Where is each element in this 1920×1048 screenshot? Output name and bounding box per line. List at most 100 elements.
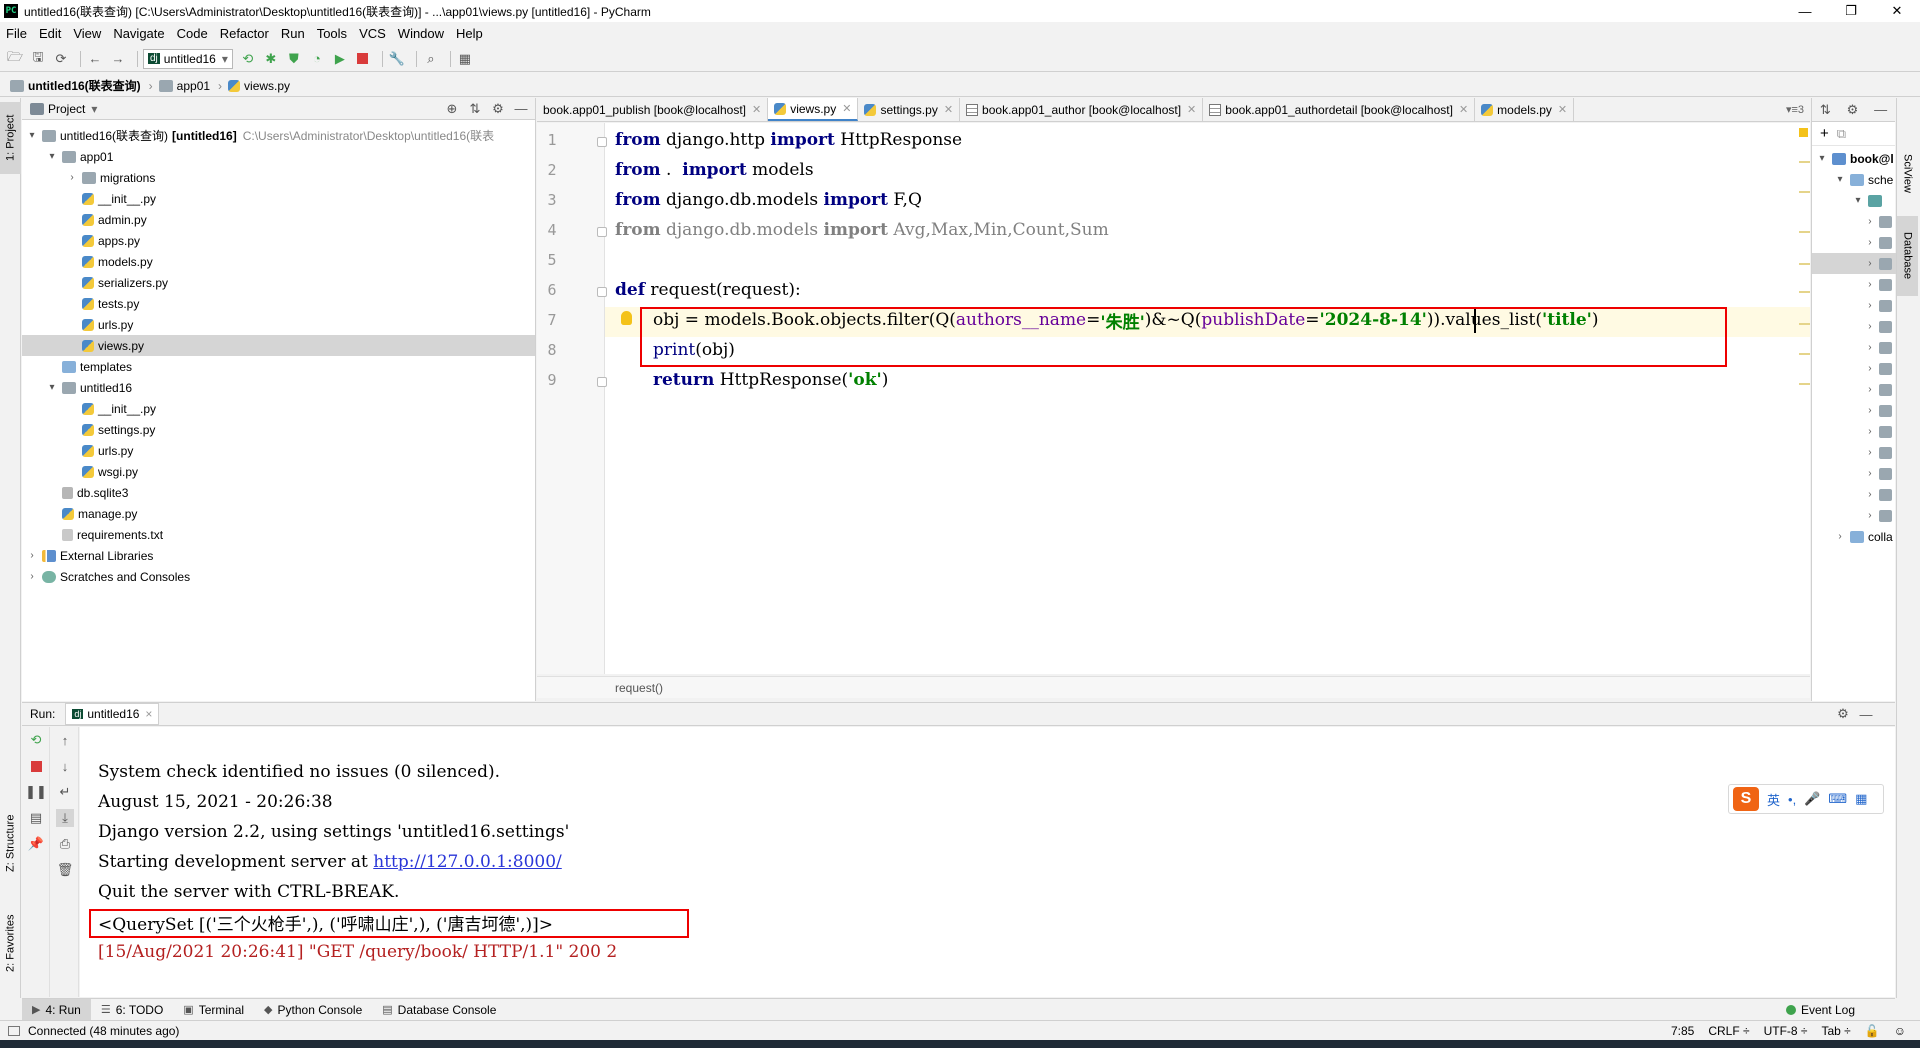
- database-tree-item[interactable]: ›: [1812, 274, 1896, 295]
- split-icon[interactable]: ⇅: [1820, 102, 1831, 118]
- tool-tab-python-console[interactable]: ◆ Python Console: [254, 999, 372, 1021]
- ime-language-toggle[interactable]: 英: [1767, 790, 1780, 809]
- menu-help[interactable]: Help: [456, 26, 483, 41]
- tab-book-app01-authordetail[interactable]: book.app01_authordetail [book@localhost]…: [1203, 98, 1476, 121]
- soft-wrap-icon[interactable]: ↵: [56, 783, 74, 801]
- database-tree-item[interactable]: ▾: [1812, 190, 1896, 211]
- database-tree-item[interactable]: ›: [1812, 232, 1896, 253]
- chevron-right-icon[interactable]: ›: [1864, 342, 1875, 353]
- search-icon[interactable]: ⌕: [422, 50, 440, 68]
- chevron-right-icon[interactable]: ›: [26, 550, 38, 561]
- scroll-marker[interactable]: [1799, 161, 1810, 163]
- tree-item[interactable]: tests.py: [22, 293, 535, 314]
- tree-item[interactable]: settings.py: [22, 419, 535, 440]
- lock-icon[interactable]: 🔓: [1865, 1024, 1880, 1038]
- chevron-right-icon[interactable]: ›: [1864, 468, 1875, 479]
- database-tree-item[interactable]: ›: [1812, 379, 1896, 400]
- rerun-icon[interactable]: ⟲: [27, 731, 45, 749]
- database-tree-item[interactable]: ▾ book@l: [1812, 148, 1896, 169]
- tree-item[interactable]: __init__.py: [22, 398, 535, 419]
- copy-button[interactable]: ⧉: [1837, 126, 1846, 142]
- tree-item[interactable]: __init__.py: [22, 188, 535, 209]
- arrow-up-icon[interactable]: ↑: [56, 731, 74, 749]
- tabs-overflow-button[interactable]: ▾≡3: [1780, 98, 1810, 121]
- hide-icon[interactable]: —: [512, 100, 530, 118]
- hide-icon[interactable]: —: [1874, 102, 1887, 117]
- stop-icon[interactable]: [354, 50, 372, 68]
- tab-models-py[interactable]: models.py ✕: [1475, 98, 1575, 121]
- minimize-button[interactable]: —: [1782, 0, 1828, 22]
- chevron-down-icon[interactable]: ▾: [46, 151, 58, 162]
- fold-marker-icon[interactable]: [597, 227, 607, 237]
- caret-position[interactable]: 7:85: [1671, 1024, 1694, 1038]
- database-tree-item[interactable]: ›: [1812, 358, 1896, 379]
- database-tree-item[interactable]: ›: [1812, 211, 1896, 232]
- chevron-right-icon[interactable]: ›: [1864, 510, 1875, 521]
- chevron-right-icon[interactable]: ›: [1864, 384, 1875, 395]
- gear-icon[interactable]: ⚙: [1847, 102, 1859, 118]
- status-message[interactable]: Connected (48 minutes ago): [28, 1024, 179, 1038]
- coverage-icon[interactable]: ⛊: [285, 50, 303, 68]
- close-button[interactable]: ✕: [1874, 0, 1920, 22]
- back-arrow-icon[interactable]: ←: [86, 50, 104, 68]
- scroll-marker[interactable]: [1799, 353, 1810, 355]
- close-icon[interactable]: ✕: [944, 103, 953, 116]
- tree-item[interactable]: admin.py: [22, 209, 535, 230]
- tree-item[interactable]: manage.py: [22, 503, 535, 524]
- stop-icon[interactable]: [27, 757, 45, 775]
- code-editor[interactable]: 1 2 3 4 5 6 7 8 9 from django.http impor…: [537, 123, 1810, 674]
- hide-icon[interactable]: —: [1857, 705, 1875, 723]
- tree-item[interactable]: requirements.txt: [22, 524, 535, 545]
- chevron-down-icon[interactable]: ▾: [26, 130, 38, 141]
- keyboard-icon[interactable]: ⌨: [1828, 791, 1847, 807]
- chevron-down-icon[interactable]: ▾: [1834, 174, 1846, 185]
- rerun-icon[interactable]: ⟲: [239, 50, 257, 68]
- encoding-select[interactable]: UTF-8 ÷: [1764, 1024, 1808, 1038]
- tree-item[interactable]: views.py: [22, 335, 535, 356]
- close-icon[interactable]: ✕: [842, 102, 851, 115]
- scroll-to-end-icon[interactable]: ⤓: [56, 809, 74, 827]
- collapse-all-icon[interactable]: ⇅: [466, 100, 484, 118]
- run-configuration-select[interactable]: dj untitled16 ▾: [143, 48, 233, 69]
- breadcrumb-app01[interactable]: app01: [158, 79, 210, 93]
- microphone-icon[interactable]: 🎤: [1804, 791, 1820, 807]
- warning-indicator-icon[interactable]: [1799, 128, 1808, 137]
- run-console[interactable]: System check identified no issues (0 sil…: [80, 727, 1895, 997]
- restore-button[interactable]: ❐: [1828, 0, 1874, 22]
- fold-marker-icon[interactable]: [597, 137, 607, 147]
- chevron-right-icon[interactable]: ›: [1864, 405, 1875, 416]
- server-url-link[interactable]: http://127.0.0.1:8000/: [373, 852, 562, 872]
- menu-view[interactable]: View: [73, 26, 101, 41]
- database-tree-item[interactable]: ›: [1812, 484, 1896, 505]
- chevron-right-icon[interactable]: ›: [1864, 279, 1875, 290]
- database-tree-item[interactable]: ›: [1812, 505, 1896, 526]
- scroll-marker[interactable]: [1799, 191, 1810, 193]
- tree-item[interactable]: ▾ untitled16(联表查询) [untitled16] C:\Users\Ad…: [22, 125, 535, 146]
- close-icon[interactable]: ✕: [1187, 103, 1196, 116]
- scroll-marker[interactable]: [1799, 383, 1810, 385]
- profile-icon[interactable]: ◔: [308, 50, 326, 68]
- breadcrumb-project[interactable]: untitled16(联表查询): [10, 77, 141, 94]
- database-tree-item[interactable]: ›: [1812, 463, 1896, 484]
- structure-tool-tab[interactable]: Z: Structure: [0, 798, 21, 888]
- favorites-tool-tab[interactable]: 2: Favorites: [0, 898, 21, 988]
- chevron-down-icon[interactable]: ▾: [1816, 153, 1828, 164]
- layout-icon[interactable]: ▤: [27, 809, 45, 827]
- project-tool-tab[interactable]: 1: Project: [0, 102, 21, 174]
- tool-tab-run[interactable]: ▶ 4: Run: [22, 998, 91, 1021]
- tree-item[interactable]: apps.py: [22, 230, 535, 251]
- tree-item[interactable]: › External Libraries: [22, 545, 535, 566]
- tree-item[interactable]: › migrations: [22, 167, 535, 188]
- project-view-select[interactable]: Project: [48, 102, 85, 116]
- menu-code[interactable]: Code: [177, 26, 208, 41]
- arrow-down-icon[interactable]: ↓: [56, 757, 74, 775]
- project-structure-icon[interactable]: ▦: [456, 50, 474, 68]
- inspector-icon[interactable]: ☺: [1894, 1024, 1906, 1038]
- database-tree-item[interactable]: ›: [1812, 295, 1896, 316]
- chevron-right-icon[interactable]: ›: [1864, 447, 1875, 458]
- grid-icon[interactable]: ▦: [1855, 791, 1867, 807]
- chevron-right-icon[interactable]: ›: [1864, 216, 1875, 227]
- database-tool-tab[interactable]: Database: [1897, 216, 1918, 296]
- menu-file[interactable]: File: [6, 26, 27, 41]
- gear-icon[interactable]: ⚙: [489, 100, 507, 118]
